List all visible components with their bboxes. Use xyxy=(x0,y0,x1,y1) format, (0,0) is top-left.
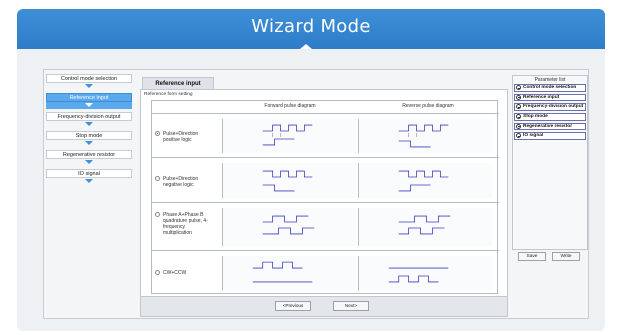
table-row: Pulse+Direction negative logic xyxy=(152,157,499,202)
wizard-window: Control mode selection Reference input F… xyxy=(43,69,589,319)
table-row: Phase A+Phase B quadrature pulse, 4-freq… xyxy=(152,202,499,250)
param-item-stop-mode[interactable]: Stop mode xyxy=(514,113,586,121)
param-item-control-mode-selection[interactable]: Control mode selection xyxy=(514,84,586,92)
forward-pulse-diagram xyxy=(222,163,356,198)
forward-pulse-diagram xyxy=(222,256,356,291)
chevron-down-icon xyxy=(46,140,132,147)
step-frequency-division-output[interactable]: Frequency-division output xyxy=(46,112,132,128)
table-row: Pulse+Direction positive logic xyxy=(152,113,499,157)
radio-icon xyxy=(155,176,160,181)
collapse-icon xyxy=(516,85,521,90)
step-label: Frequency-division output xyxy=(46,112,132,121)
parameter-list-title: Parameter list xyxy=(534,77,566,83)
option-quadrature-pulse[interactable]: Phase A+Phase B quadrature pulse, 4-freq… xyxy=(155,212,217,236)
save-button[interactable]: Save xyxy=(518,252,546,261)
step-label: Reference input xyxy=(46,93,132,102)
step-control-mode-selection[interactable]: Control mode selection xyxy=(46,74,132,90)
reference-input-panel: Reference form setting Forward pulse dia… xyxy=(140,89,508,317)
wizard-frame: Wizard Mode Control mode selection Refer… xyxy=(17,9,605,331)
collapse-icon xyxy=(516,114,521,120)
chevron-down-icon xyxy=(46,121,132,128)
param-item-io-signal[interactable]: IO signal xyxy=(514,132,586,140)
chevron-down-icon xyxy=(46,178,132,185)
step-label: Stop mode xyxy=(46,131,132,140)
chevron-down-icon xyxy=(46,102,132,109)
collapse-icon xyxy=(516,94,521,100)
reverse-pulse-diagram xyxy=(358,256,492,291)
chevron-down-icon xyxy=(46,83,132,90)
step-stop-mode[interactable]: Stop mode xyxy=(46,131,132,147)
page-title: Wizard Mode xyxy=(251,16,371,37)
collapse-icon xyxy=(516,133,521,139)
param-item-reference-input[interactable]: Reference input xyxy=(514,93,586,102)
param-item-frequency-division-output[interactable]: Frequency-division output xyxy=(514,103,586,111)
step-label: Control mode selection xyxy=(46,74,132,83)
step-label: IO signal xyxy=(46,169,132,178)
pulse-form-table: Forward pulse diagram Reverse pulse diag… xyxy=(151,100,499,295)
previous-button[interactable]: <Previous xyxy=(275,301,311,311)
reverse-pulse-diagram xyxy=(358,119,492,153)
section-label: Reference form setting xyxy=(144,92,193,97)
radio-selected-icon xyxy=(155,131,160,136)
radio-icon xyxy=(155,270,160,275)
collapse-icon xyxy=(516,104,521,110)
radio-icon xyxy=(155,212,160,217)
option-pulse-direction-negative[interactable]: Pulse+Direction negative logic xyxy=(155,176,217,188)
step-regenerative-resistor[interactable]: Regenerative resistor xyxy=(46,150,132,166)
tab-reference-input[interactable]: Reference input xyxy=(142,77,214,89)
write-button[interactable]: Write xyxy=(552,252,580,261)
option-pulse-direction-positive[interactable]: Pulse+Direction positive logic xyxy=(155,131,217,143)
forward-pulse-diagram xyxy=(222,119,356,153)
reverse-pulse-diagram xyxy=(358,163,492,198)
option-cw-ccw[interactable]: CW+CCW xyxy=(155,270,217,276)
step-io-signal[interactable]: IO signal xyxy=(46,169,132,185)
header-pointer-icon xyxy=(300,44,312,49)
step-list: Control mode selection Reference input F… xyxy=(46,74,132,188)
header-bar: Wizard Mode xyxy=(17,9,605,49)
step-label: Regenerative resistor xyxy=(46,150,132,159)
forward-pulse-diagram xyxy=(222,208,356,246)
chevron-down-icon xyxy=(46,159,132,166)
param-item-regenerative-resistor[interactable]: Regenerative resistor xyxy=(514,122,586,131)
collapse-icon xyxy=(516,123,521,129)
forward-column-header: Forward pulse diagram xyxy=(264,103,316,109)
reverse-pulse-diagram xyxy=(358,208,492,246)
step-reference-input[interactable]: Reference input xyxy=(46,93,132,109)
next-button[interactable]: Next> xyxy=(333,301,369,311)
parameter-list: Parameter list Control mode selection Re… xyxy=(512,75,588,250)
reverse-column-header: Reverse pulse diagram xyxy=(402,103,454,109)
wizard-nav-bar: <Previous Next> xyxy=(141,296,507,316)
table-row: CW+CCW xyxy=(152,250,499,295)
